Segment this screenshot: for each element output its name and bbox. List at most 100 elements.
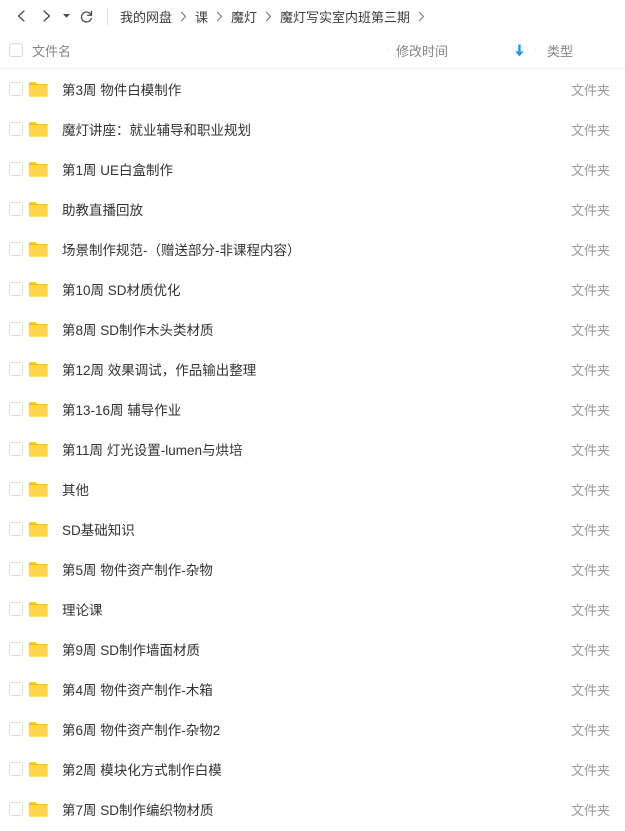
file-name[interactable]: 第10周 SD材质优化	[54, 279, 412, 299]
row-checkbox[interactable]	[8, 362, 23, 376]
file-name[interactable]: 第8周 SD制作木头类材质	[54, 319, 412, 339]
folder-icon	[28, 561, 48, 577]
file-icon-cell	[28, 321, 54, 338]
file-row[interactable]: 第1周 UE白盒制作 文件夹	[0, 149, 625, 189]
row-checkbox[interactable]	[8, 442, 23, 456]
file-row[interactable]: 第6周 物件资产制作-杂物2 文件夹	[0, 709, 625, 749]
file-name[interactable]: 第11周 灯光设置-lumen与烘培	[54, 439, 412, 459]
file-row[interactable]: 第2周 模块化方式制作白模 文件夹	[0, 749, 625, 789]
folder-icon	[28, 721, 48, 737]
file-row[interactable]: SD基础知识 文件夹	[0, 509, 625, 549]
file-name[interactable]: 第1周 UE白盒制作	[54, 159, 412, 179]
row-checkbox[interactable]	[8, 722, 23, 736]
file-name[interactable]: 其他	[54, 479, 412, 499]
file-row[interactable]: 第4周 物件资产制作-木箱 文件夹	[0, 669, 625, 709]
breadcrumb-item-current[interactable]: 魔灯写实室内班第三期	[279, 7, 411, 26]
file-row[interactable]: 场景制作规范-（赠送部分-非课程内容） 文件夹	[0, 229, 625, 269]
file-name[interactable]: 魔灯讲座：就业辅导和职业规划	[54, 119, 412, 139]
file-row[interactable]: 助教直播回放 文件夹	[0, 189, 625, 229]
file-icon-cell	[28, 81, 54, 98]
file-row[interactable]: 第11周 灯光设置-lumen与烘培 文件夹	[0, 429, 625, 469]
row-checkbox[interactable]	[8, 522, 23, 536]
row-checkbox[interactable]	[8, 82, 23, 96]
caret-down-icon	[62, 7, 71, 25]
column-header-modified[interactable]: 修改时间	[388, 41, 535, 60]
column-header-type[interactable]: 类型	[535, 41, 625, 60]
file-type: 文件夹	[571, 722, 611, 738]
row-checkbox[interactable]	[8, 162, 23, 176]
breadcrumb: 我的网盘 课 魔灯 魔灯写实室内班第三期	[119, 7, 432, 26]
forward-button[interactable]	[34, 4, 58, 28]
folder-icon	[28, 81, 48, 97]
sort-descending-icon[interactable]	[514, 44, 525, 57]
breadcrumb-item-root[interactable]: 我的网盘	[119, 7, 173, 26]
file-type: 文件夹	[571, 202, 611, 218]
row-checkbox[interactable]	[8, 682, 23, 696]
file-name[interactable]: 助教直播回放	[54, 199, 412, 219]
file-row[interactable]: 其他 文件夹	[0, 469, 625, 509]
file-row[interactable]: 第7周 SD制作编织物材质 文件夹	[0, 789, 625, 829]
select-all-checkbox-cell	[0, 43, 28, 57]
file-row[interactable]: 第12周 效果调试，作品输出整理 文件夹	[0, 349, 625, 389]
file-type: 文件夹	[571, 522, 611, 538]
file-icon-cell	[28, 681, 54, 698]
row-checkbox[interactable]	[8, 122, 23, 136]
file-type: 文件夹	[571, 562, 611, 578]
row-checkbox-cell	[0, 322, 28, 336]
file-row[interactable]: 理论课 文件夹	[0, 589, 625, 629]
row-checkbox[interactable]	[8, 802, 23, 816]
folder-icon	[28, 401, 48, 417]
row-checkbox[interactable]	[8, 642, 23, 656]
file-icon-cell	[28, 361, 54, 378]
row-checkbox[interactable]	[8, 322, 23, 336]
row-checkbox[interactable]	[8, 562, 23, 576]
history-dropdown-button[interactable]	[58, 4, 74, 28]
folder-icon	[28, 201, 48, 217]
row-checkbox[interactable]	[8, 602, 23, 616]
row-checkbox[interactable]	[8, 202, 23, 216]
file-row[interactable]: 魔灯讲座：就业辅导和职业规划 文件夹	[0, 109, 625, 149]
file-type: 文件夹	[571, 162, 611, 178]
file-name[interactable]: 第9周 SD制作墙面材质	[54, 639, 412, 659]
row-checkbox[interactable]	[8, 762, 23, 776]
file-name[interactable]: 第5周 物件资产制作-杂物	[54, 559, 412, 579]
file-name[interactable]: 第6周 物件资产制作-杂物2	[54, 719, 412, 739]
breadcrumb-item-3[interactable]: 魔灯	[230, 7, 258, 26]
row-checkbox[interactable]	[8, 242, 23, 256]
breadcrumb-item-2[interactable]: 课	[194, 7, 209, 26]
file-name[interactable]: 理论课	[54, 599, 412, 619]
file-row[interactable]: 第3周 物件白模制作 文件夹	[0, 69, 625, 109]
file-row[interactable]: 第9周 SD制作墙面材质 文件夹	[0, 629, 625, 669]
row-checkbox-cell	[0, 282, 28, 296]
file-name[interactable]: 第4周 物件资产制作-木箱	[54, 679, 412, 699]
file-name[interactable]: 第7周 SD制作编织物材质	[54, 799, 412, 819]
file-name[interactable]: SD基础知识	[54, 519, 412, 539]
breadcrumb-separator-icon	[216, 11, 223, 22]
column-header-name[interactable]: 文件名	[28, 41, 388, 60]
select-all-checkbox[interactable]	[8, 43, 23, 57]
file-row[interactable]: 第10周 SD材质优化 文件夹	[0, 269, 625, 309]
folder-icon	[28, 481, 48, 497]
breadcrumb-separator-icon	[180, 11, 187, 22]
file-row[interactable]: 第8周 SD制作木头类材质 文件夹	[0, 309, 625, 349]
file-name[interactable]: 第12周 效果调试，作品输出整理	[54, 359, 412, 379]
file-row[interactable]: 第5周 物件资产制作-杂物 文件夹	[0, 549, 625, 589]
row-checkbox[interactable]	[8, 482, 23, 496]
folder-icon	[28, 161, 48, 177]
file-row[interactable]: 第13-16周 辅导作业 文件夹	[0, 389, 625, 429]
file-name[interactable]: 第3周 物件白模制作	[54, 79, 412, 99]
refresh-button[interactable]	[74, 4, 98, 28]
row-checkbox[interactable]	[8, 282, 23, 296]
file-type: 文件夹	[571, 322, 611, 338]
chevron-right-icon	[39, 9, 53, 23]
row-checkbox[interactable]	[8, 402, 23, 416]
file-type: 文件夹	[571, 802, 611, 818]
row-checkbox-cell	[0, 242, 28, 256]
breadcrumb-separator-icon	[418, 11, 425, 22]
file-name[interactable]: 场景制作规范-（赠送部分-非课程内容）	[54, 239, 412, 259]
file-name[interactable]: 第13-16周 辅导作业	[54, 399, 412, 419]
back-button[interactable]	[10, 4, 34, 28]
row-checkbox-cell	[0, 642, 28, 656]
file-name[interactable]: 第2周 模块化方式制作白模	[54, 759, 412, 779]
chevron-left-icon	[15, 9, 29, 23]
